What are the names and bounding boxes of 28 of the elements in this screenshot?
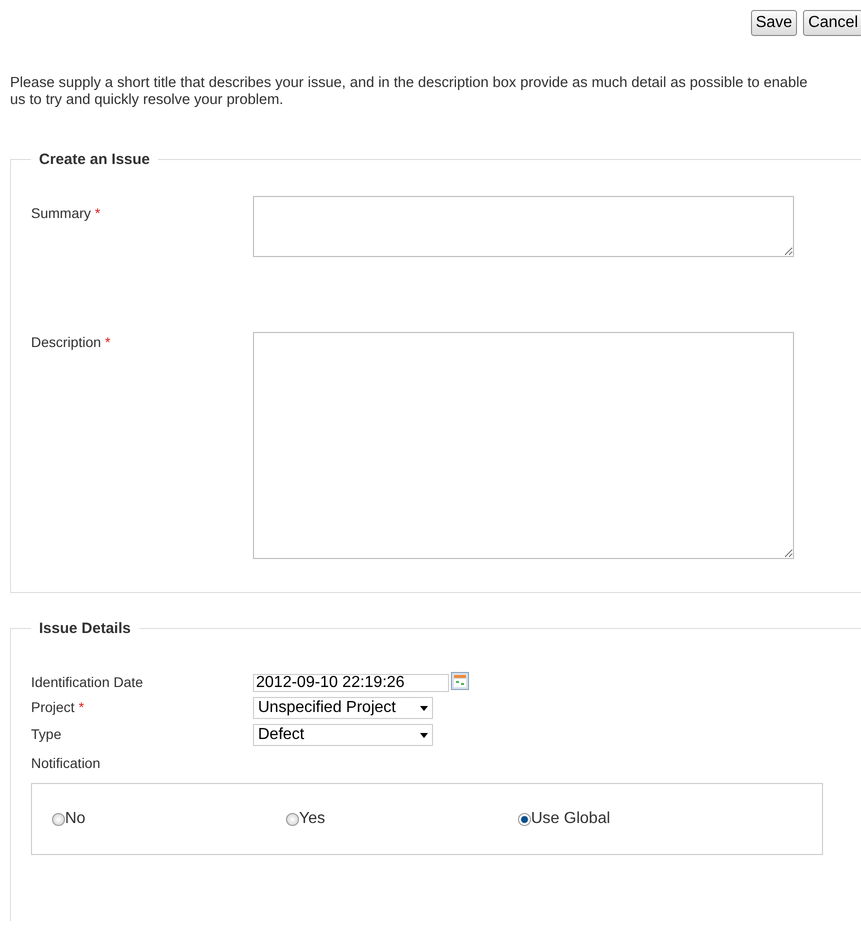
radio-button[interactable] [52,812,65,826]
description-field[interactable] [253,332,794,559]
action-button[interactable]: Cancel [803,10,861,36]
calendar-icon[interactable] [451,672,469,690]
action-button[interactable]: Save [750,10,798,36]
field-label: Identification Date [31,674,144,690]
radio-option[interactable]: No [52,810,286,828]
field-label: Project [31,699,75,715]
required-mark: * [94,205,100,221]
radio-button[interactable] [518,812,531,826]
radio-option[interactable]: Yes [286,810,518,828]
section-title: Create an Issue [38,151,151,168]
radio-button[interactable] [286,812,299,826]
field-label: Type [31,726,62,742]
dropdown[interactable]: Defect [253,724,433,746]
dropdown[interactable]: Unspecified Project [253,697,433,719]
required-mark: * [105,334,110,350]
date-field[interactable]: 2012-09-10 22:19:26 [253,674,449,692]
field-label: Summary [31,205,91,221]
required-mark: * [78,699,84,715]
field-label: Description [31,334,102,350]
summary-field[interactable] [253,196,794,257]
intro-text: Please supply a short title that describes your issue, and in the description box provide as much detail as possible to enable us to try and quickly resolve your problem. [10,75,808,109]
radio-option[interactable]: Use Global [518,810,822,828]
field-label: Notification [31,755,100,771]
caret-icon [420,732,428,738]
section-title: Issue Details [38,620,132,637]
caret-icon [420,706,428,710]
